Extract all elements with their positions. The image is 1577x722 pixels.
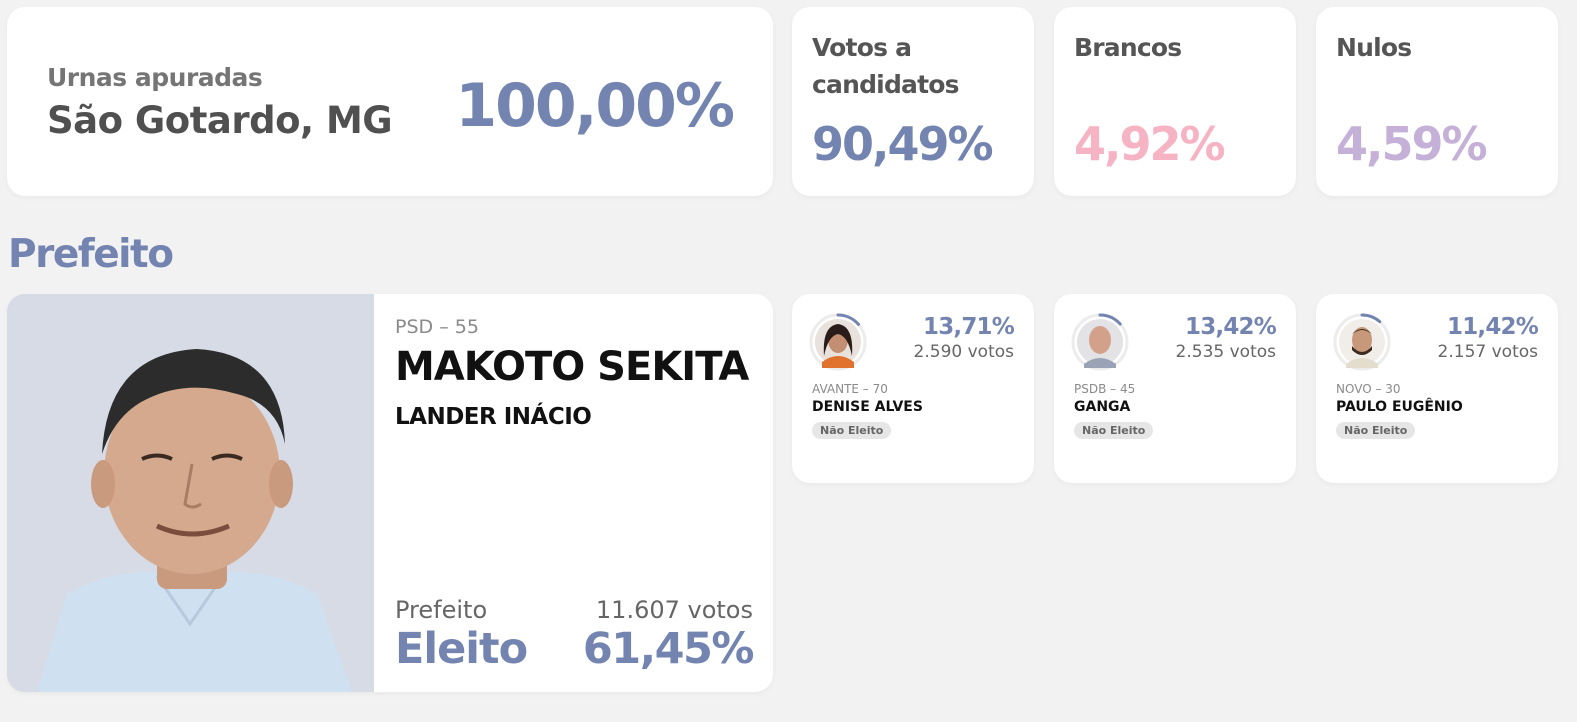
stat-value: 4,59% [1336,117,1488,171]
status-badge: Não Eleito [812,422,892,439]
candidate-party: NOVO – 30 [1336,382,1401,396]
winner-votes: 11.607 votos [595,596,753,624]
candidate-percent: 13,71% [923,314,1015,340]
winner-vice: LANDER INÁCIO [395,404,592,430]
candidate-avatar-icon [809,313,867,371]
winner-role: Prefeito [395,596,488,624]
candidate-card[interactable]: 13,71% 2.590 votos AVANTE – 70 DENISE AL… [792,294,1034,483]
status-badge: Não Eleito [1074,422,1154,439]
winner-card[interactable]: PSD – 55 MAKOTO SEKITA LANDER INÁCIO Pre… [7,294,773,692]
brancos-card: Brancos 4,92% [1054,7,1296,196]
urnas-percent: 100,00% [455,71,735,141]
winner-percent: 61,45% [582,624,755,674]
candidate-votes: 2.157 votos [1437,342,1538,362]
stat-value: 4,92% [1074,117,1226,171]
winner-status: Eleito [395,624,528,674]
candidate-percent: 11,42% [1447,314,1539,340]
candidate-avatar-icon [1071,313,1129,371]
nulos-card: Nulos 4,59% [1316,7,1558,196]
candidate-card[interactable]: 13,42% 2.535 votos PSDB – 45 GANGA Não E… [1054,294,1296,483]
candidate-name: PAULO EUGÊNIO [1336,399,1463,415]
candidate-party: AVANTE – 70 [812,382,888,396]
candidate-votes: 2.590 votos [913,342,1014,362]
section-title: Prefeito [8,232,174,277]
stat-title: Votos a candidatos [812,33,960,99]
stat-value: 90,49% [812,117,994,171]
city-name: São Gotardo, MG [47,99,393,142]
candidate-card[interactable]: 11,42% 2.157 votos NOVO – 30 PAULO EUGÊN… [1316,294,1558,483]
candidate-avatar-icon [1333,313,1391,371]
candidate-party: PSDB – 45 [1074,382,1136,396]
votos-candidatos-card: Votos a candidatos 90,49% [792,7,1034,196]
winner-party: PSD – 55 [395,316,479,338]
stat-title: Brancos [1074,33,1182,62]
candidate-name: DENISE ALVES [812,399,923,415]
status-badge: Não Eleito [1336,422,1416,439]
candidate-percent: 13,42% [1185,314,1277,340]
stat-title: Nulos [1336,33,1412,62]
urnas-label: Urnas apuradas [47,63,263,92]
candidate-photo-icon [7,294,374,692]
candidate-votes: 2.535 votos [1175,342,1276,362]
candidate-name: GANGA [1074,399,1131,415]
winner-name: MAKOTO SEKITA [395,344,749,390]
urnas-apuradas-card: Urnas apuradas São Gotardo, MG 100,00% [7,7,773,196]
